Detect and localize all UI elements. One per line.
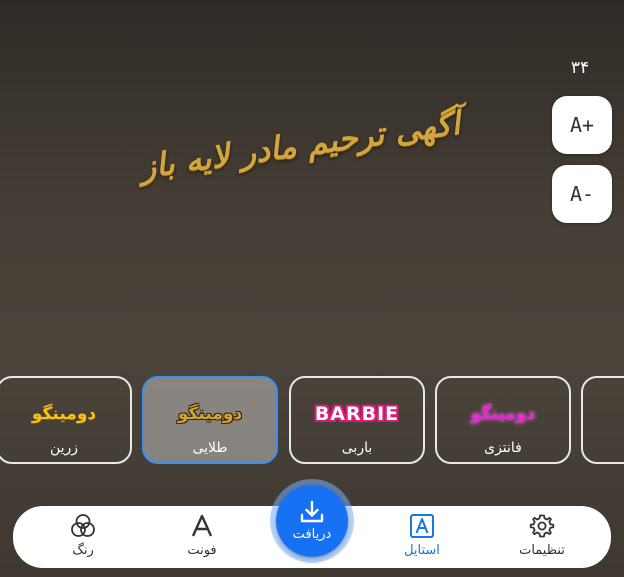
color-circles-icon <box>71 514 95 537</box>
download-button[interactable]: دریافت <box>276 485 348 557</box>
nav-label-settings: تنظیمات <box>519 543 565 558</box>
style-label: زرین <box>49 440 79 456</box>
style-card-barbie[interactable]: BARBIE باربی <box>289 376 425 464</box>
style-label: طلایی <box>192 440 228 456</box>
style-label: باربی <box>341 440 373 456</box>
style-sample: و <box>583 396 624 432</box>
editor-canvas: آگهی ترحیم مادر لایه باز ۳۴ A+ A- دومینگ… <box>0 0 624 577</box>
style-card-fantasy[interactable]: دومینگو فانتزی <box>435 376 571 464</box>
style-sample: دومینگو <box>470 404 536 424</box>
nav-item-settings[interactable]: تنظیمات <box>497 506 587 568</box>
nav-label-font: فونت <box>187 543 217 558</box>
style-a-icon <box>410 514 434 538</box>
style-card-talaei[interactable]: دومینگو طلایی <box>142 376 278 464</box>
gear-icon <box>529 514 555 538</box>
download-label: دریافت <box>292 527 332 542</box>
nav-item-color[interactable]: رنگ <box>38 506 128 568</box>
style-card-zarrin[interactable]: دومینگو زرین <box>0 376 132 464</box>
style-sample: دومینگو <box>177 404 243 424</box>
style-label: فانتزی <box>484 440 522 456</box>
letter-a-icon <box>191 514 213 537</box>
nav-item-style[interactable]: استایل <box>377 506 467 568</box>
style-sample: BARBIE <box>314 403 400 425</box>
nav-item-font[interactable]: فونت <box>157 506 247 568</box>
increase-size-button[interactable]: A+ <box>552 96 612 154</box>
nav-label-style: استایل <box>404 543 440 558</box>
preview-text: آگهی ترحیم مادر لایه باز <box>137 103 463 187</box>
style-card-partial[interactable]: و <box>581 376 624 464</box>
nav-label-color: رنگ <box>72 543 94 558</box>
download-icon <box>300 500 324 523</box>
style-sample: دومینگو <box>31 404 97 424</box>
style-strip[interactable]: دومینگو زرین دومینگو طلایی BARBIE باربی … <box>0 376 624 466</box>
font-size-value: ۳۴ <box>570 58 590 78</box>
decrease-size-button[interactable]: A- <box>552 165 612 223</box>
